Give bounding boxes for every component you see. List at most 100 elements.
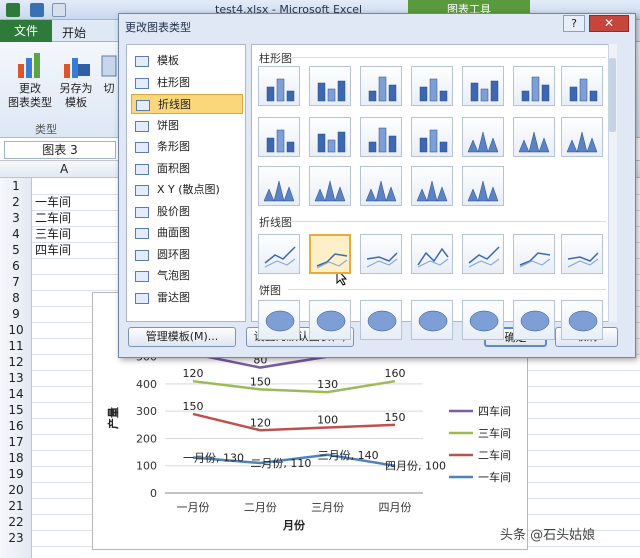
row-header[interactable]: 17 — [0, 434, 32, 450]
pie-subtype-thumbnail[interactable] — [561, 300, 603, 340]
column-subtype-thumbnail[interactable] — [258, 66, 300, 106]
column-subtype-thumbnail[interactable] — [360, 66, 402, 106]
name-box[interactable]: 图表 3 — [4, 141, 116, 159]
line-subtype-thumbnail[interactable] — [513, 234, 555, 274]
save-icon[interactable] — [30, 3, 44, 17]
row-header[interactable]: 11 — [0, 338, 32, 354]
chart-type-list: 模板 柱形图 折线图 饼图条形图面积图 X Y (散点图) 股价图 曲面图 圆环图 气泡图 雷达图 — [126, 44, 246, 322]
chart-type-label: 条形图 — [157, 140, 190, 153]
area-chart-icon — [135, 163, 149, 175]
column-subtype-thumbnail[interactable] — [309, 66, 351, 106]
chart-type-item[interactable]: 曲面图 — [131, 223, 243, 243]
cone-subtype-thumbnail[interactable] — [411, 166, 453, 206]
column-subtype-thumbnail[interactable] — [309, 117, 351, 157]
pie-subtype-thumbnail[interactable] — [258, 300, 300, 340]
row-header[interactable]: 18 — [0, 450, 32, 466]
chart-type-item[interactable]: X Y (散点图) — [131, 180, 243, 200]
row-header[interactable]: 4 — [0, 226, 32, 242]
chart-type-item[interactable]: 气泡图 — [131, 266, 243, 286]
chart-type-item[interactable]: 雷达图 — [131, 288, 243, 308]
row-header[interactable]: 5 — [0, 242, 32, 258]
row-header[interactable]: 22 — [0, 514, 32, 530]
pie-subtype-thumbnail[interactable] — [462, 300, 504, 340]
scrollbar-thumb[interactable] — [609, 58, 616, 132]
switch-row-column-button[interactable]: 切 — [100, 50, 118, 96]
chart-type-item[interactable]: 圆环图 — [131, 245, 243, 265]
column-subtype-thumbnail[interactable] — [561, 66, 603, 106]
row-header[interactable]: 7 — [0, 274, 32, 290]
line-subtype-thumbnail[interactable] — [411, 234, 453, 274]
chart-type-item[interactable]: 饼图 — [131, 116, 243, 136]
cell-a3[interactable]: 二车间 — [35, 210, 71, 226]
row-header[interactable]: 8 — [0, 290, 32, 306]
row-header[interactable]: 21 — [0, 498, 32, 514]
pie-subtype-thumbnail[interactable] — [360, 300, 402, 340]
pie-subtype-icon — [316, 310, 346, 332]
column-subtype-thumbnail[interactable] — [462, 66, 504, 106]
row-header[interactable]: 13 — [0, 370, 32, 386]
cone-subtype-thumbnail[interactable] — [360, 166, 402, 206]
cone-subtype-thumbnail[interactable] — [258, 166, 300, 206]
row-header[interactable]: 19 — [0, 466, 32, 482]
cone-subtype-thumbnail[interactable] — [561, 117, 603, 157]
row-header[interactable]: 15 — [0, 402, 32, 418]
cone-subtype-thumbnail[interactable] — [309, 166, 351, 206]
pie-subtype-thumbnail[interactable] — [411, 300, 453, 340]
undo-icon[interactable] — [52, 3, 66, 17]
cell-a2[interactable]: 一车间 — [35, 194, 71, 210]
column-subtype-thumbnail[interactable] — [360, 117, 402, 157]
tab-home[interactable]: 开始 — [62, 24, 86, 41]
column-subtype-thumbnail[interactable] — [411, 66, 453, 106]
cone-subtype-thumbnail[interactable] — [513, 117, 555, 157]
row-header[interactable]: 3 — [0, 210, 32, 226]
line-chart-icon — [136, 100, 150, 111]
cone-subtype-thumbnail[interactable] — [462, 166, 504, 206]
pie-subtype-thumbnail[interactable] — [309, 300, 351, 340]
line-subtype-thumbnail[interactable] — [360, 234, 402, 274]
column-header-a[interactable]: A — [60, 162, 68, 176]
help-button[interactable]: ? — [563, 15, 585, 32]
column-subtype-thumbnail[interactable] — [513, 66, 555, 106]
row-header[interactable]: 16 — [0, 418, 32, 434]
legend-label: 四车间 — [478, 404, 511, 418]
column-subtype-icon — [266, 129, 295, 153]
row-header[interactable]: 2 — [0, 194, 32, 210]
chart-type-item[interactable]: 条形图 — [131, 137, 243, 157]
row-header[interactable]: 10 — [0, 322, 32, 338]
line-subtype-thumbnail[interactable] — [258, 234, 300, 274]
line-subtype-thumbnail[interactable] — [561, 234, 603, 274]
tab-file[interactable]: 文件 — [0, 20, 52, 42]
column-subtype-thumbnail[interactable] — [411, 117, 453, 157]
pie-subtype-icon — [265, 310, 295, 332]
chart-type-item[interactable]: 折线图 — [131, 94, 243, 114]
bar-chart-icon — [135, 142, 149, 153]
x-tick-label: 三月份 — [311, 501, 344, 514]
change-chart-type-button[interactable]: 更改 图表类型 — [6, 50, 54, 110]
cell-a4[interactable]: 三车间 — [35, 226, 71, 242]
row-header[interactable]: 20 — [0, 482, 32, 498]
save-as-template-button[interactable]: 另存为 模板 — [56, 50, 96, 110]
cell-a5[interactable]: 四车间 — [35, 242, 71, 258]
data-label: 150 — [385, 411, 406, 424]
pie-subtype-icon — [520, 310, 550, 332]
line-subtype-thumbnail[interactable] — [309, 234, 351, 274]
column-subtype-icon — [368, 127, 397, 153]
close-button[interactable]: ✕ — [589, 15, 629, 32]
cone-subtype-thumbnail[interactable] — [462, 117, 504, 157]
pie-subtype-thumbnail[interactable] — [513, 300, 555, 340]
manage-templates-button[interactable]: 管理模板(M)... — [128, 327, 236, 347]
row-header[interactable]: 14 — [0, 386, 32, 402]
chart-type-item[interactable]: 模板 — [131, 51, 243, 71]
row-header[interactable]: 6 — [0, 258, 32, 274]
chart-type-item[interactable]: 股价图 — [131, 202, 243, 222]
chart-type-item[interactable]: 柱形图 — [131, 73, 243, 93]
row-header[interactable]: 12 — [0, 354, 32, 370]
line-subtype-icon — [264, 246, 296, 268]
row-header[interactable]: 23 — [0, 530, 32, 546]
row-header[interactable]: 9 — [0, 306, 32, 322]
row-header[interactable]: 1 — [0, 178, 32, 194]
line-subtype-thumbnail[interactable] — [462, 234, 504, 274]
line-subtype-icon — [417, 247, 449, 268]
chart-type-item[interactable]: 面积图 — [131, 159, 243, 179]
column-subtype-thumbnail[interactable] — [258, 117, 300, 157]
